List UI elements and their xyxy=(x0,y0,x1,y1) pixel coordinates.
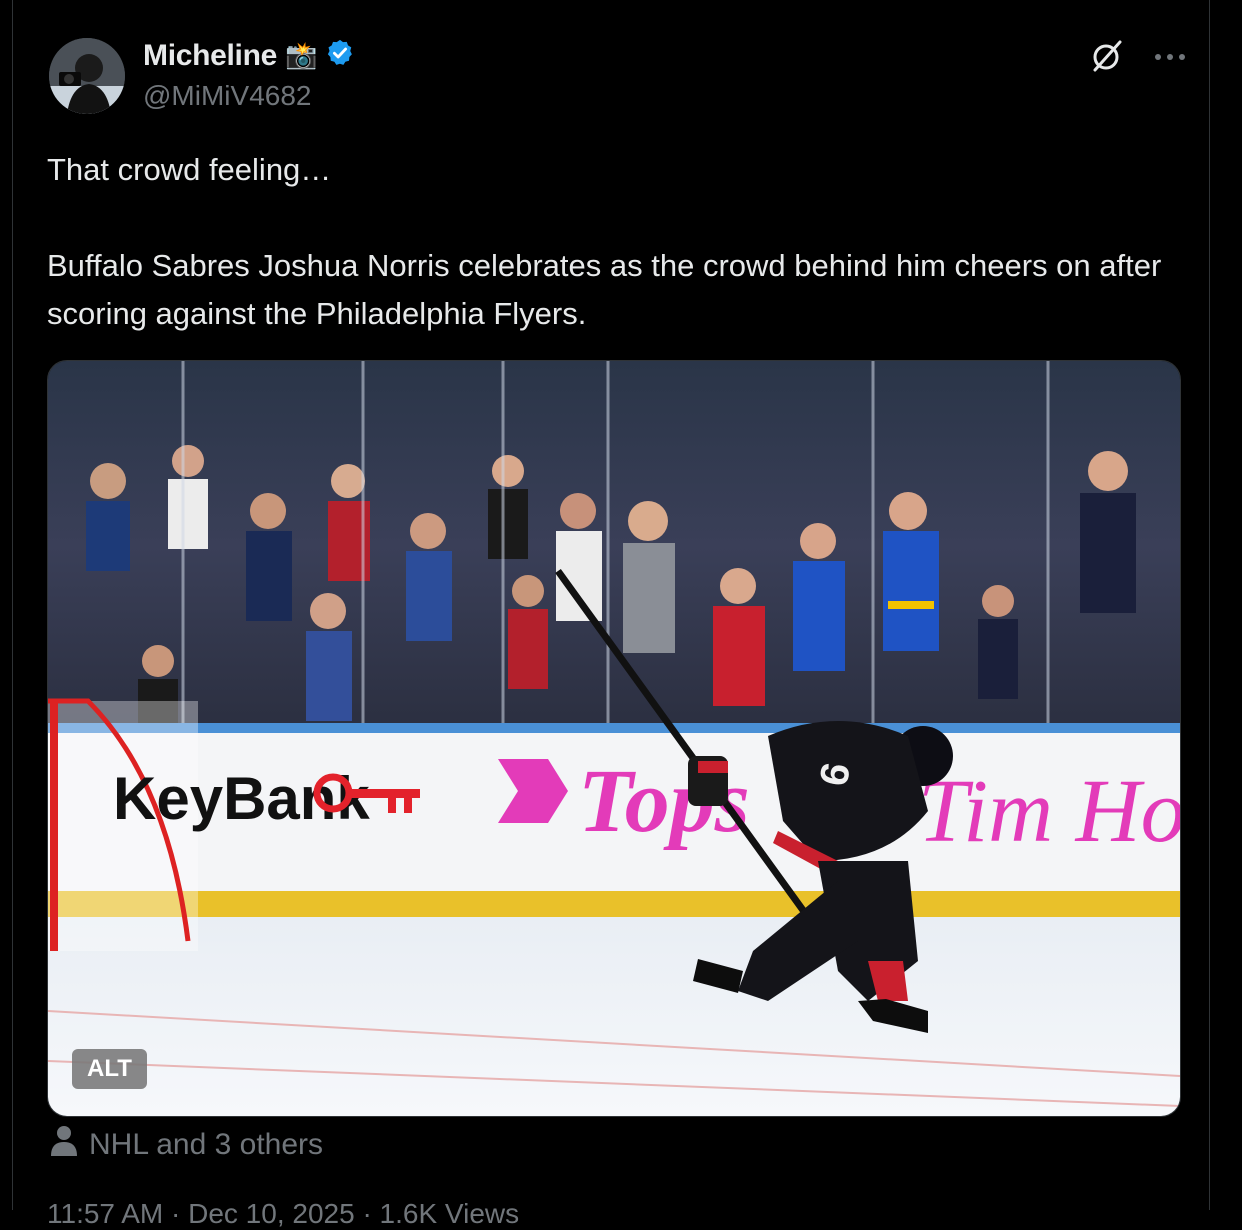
author-row: Micheline 📸 xyxy=(143,38,355,73)
grok-icon[interactable] xyxy=(1089,38,1125,79)
tweet-article: Micheline 📸 @MiMiV4682 That crowd feelin xyxy=(12,0,1210,1229)
alt-badge[interactable]: ALT xyxy=(72,1049,147,1089)
tweet-photo[interactable]: KeyBank Tops Tim Hortons xyxy=(47,360,1181,1117)
verified-badge-icon xyxy=(325,38,355,73)
tweet-text: That crowd feeling… Buffalo Sabres Joshu… xyxy=(47,146,1187,338)
timhortons-board: Tim Hortons xyxy=(918,762,1180,861)
author-name[interactable]: Micheline xyxy=(143,39,277,73)
camera-flash-emoji: 📸 xyxy=(285,40,318,70)
person-icon xyxy=(49,1124,79,1166)
header-actions xyxy=(1089,38,1187,79)
more-icon[interactable] xyxy=(1153,50,1187,68)
tagged-text: NHL and 3 others xyxy=(89,1128,324,1161)
tweet-timestamp-views[interactable]: 11:57 AM · Dec 10, 2025 · 1.6K Views xyxy=(47,1198,519,1230)
tagged-users[interactable]: NHL and 3 others xyxy=(49,1124,323,1166)
avatar[interactable] xyxy=(49,38,125,114)
tweet-line-1: That crowd feeling… xyxy=(47,152,332,187)
hockey-photo: KeyBank Tops Tim Hortons xyxy=(48,361,1180,1116)
tweet-line-2: Buffalo Sabres Joshua Norris celebrates … xyxy=(47,248,1162,331)
author-handle[interactable]: @MiMiV4682 xyxy=(143,80,311,112)
